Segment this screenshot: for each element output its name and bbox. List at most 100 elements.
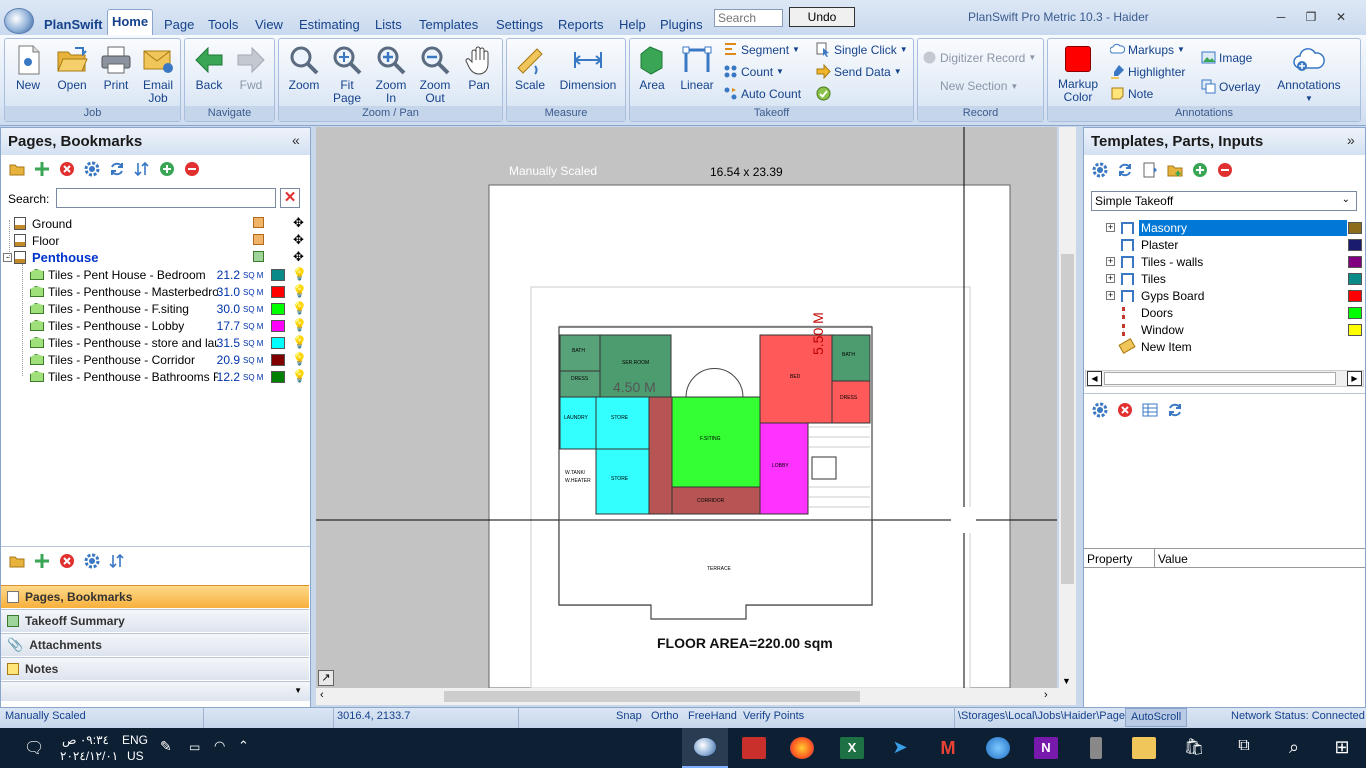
app-logo-icon[interactable] [4, 8, 34, 34]
delete-icon[interactable] [59, 161, 75, 177]
arrow-right-icon[interactable]: ▶ [1347, 371, 1362, 386]
gear-icon[interactable] [84, 553, 100, 569]
phone-icon[interactable] [1090, 737, 1102, 759]
file-explorer-icon[interactable] [1132, 737, 1156, 759]
move-icon[interactable]: ✥ [293, 249, 304, 265]
takeoff-extra-button[interactable] [816, 86, 831, 101]
refresh-icon[interactable] [109, 161, 125, 177]
takeoff-item-row[interactable]: Tiles - Penthouse - F.siting [30, 300, 306, 317]
add-plus-icon[interactable] [34, 553, 50, 569]
globe-icon[interactable] [986, 737, 1010, 759]
takeoff-item-row[interactable]: Tiles - Penthouse - Bathrooms F... [30, 368, 306, 385]
visibility-bulb-icon[interactable]: 💡 [292, 267, 307, 281]
count-button[interactable]: Count ▼ [723, 64, 784, 79]
remove-circle-icon[interactable] [184, 161, 200, 177]
new-section-button[interactable]: New Section ▼ [922, 79, 1018, 93]
onenote-icon[interactable]: N [1034, 737, 1058, 759]
annotations-button[interactable]: Annotations ▼ [1270, 44, 1348, 105]
zoom-out-button[interactable]: Zoom Out [414, 44, 456, 105]
visibility-bulb-icon[interactable]: 💡 [292, 301, 307, 315]
acrobat-icon[interactable] [742, 737, 766, 759]
nav-overflow[interactable]: ▼ [1, 681, 310, 701]
tab-estimating[interactable]: Estimating [299, 17, 360, 32]
arrow-left-icon[interactable]: ◀ [1087, 371, 1102, 386]
tab-settings[interactable]: Settings [496, 17, 543, 32]
right-hscrollbar[interactable]: ◀ ▶ [1085, 370, 1364, 387]
undo-button[interactable]: Undo [789, 7, 855, 27]
tab-help[interactable]: Help [619, 17, 646, 32]
visibility-bulb-icon[interactable]: 💡 [292, 352, 307, 366]
takeoff-item-color-swatch[interactable] [271, 337, 285, 349]
delete-icon[interactable] [59, 553, 75, 569]
folder-icon[interactable] [9, 553, 25, 569]
image-button[interactable]: Image [1201, 50, 1252, 65]
template-item[interactable]: Doors [1139, 305, 1175, 321]
email-job-button[interactable]: Email Job [138, 44, 178, 105]
back-button[interactable]: Back [189, 44, 229, 92]
table-icon[interactable] [1142, 402, 1158, 418]
nav-tab-attachments[interactable]: 📎 Attachments [1, 633, 309, 656]
sort-icon[interactable] [134, 161, 150, 177]
takeoff-item-color-swatch[interactable] [271, 303, 285, 315]
expand-plus-icon[interactable]: + [1106, 291, 1115, 300]
template-icon[interactable] [1142, 162, 1158, 178]
expand-plus-icon[interactable]: + [1106, 223, 1115, 232]
add-circle-icon[interactable] [159, 161, 175, 177]
firefox-icon[interactable] [790, 737, 814, 759]
takeoff-item-row[interactable]: Tiles - Penthouse - store and lau... [30, 334, 306, 351]
minimize-icon[interactable]: ─ [1266, 8, 1296, 26]
template-item-color-swatch[interactable] [1348, 256, 1362, 268]
segment-button[interactable]: Segment ▼ [723, 42, 800, 57]
digitizer-record-button[interactable]: Digitizer Record ▼ [922, 50, 1036, 65]
template-item[interactable]: Window [1139, 322, 1186, 338]
expand-plus-icon[interactable]: + [1106, 257, 1115, 266]
folder-icon[interactable] [9, 161, 25, 177]
gear-icon[interactable] [84, 161, 100, 177]
template-item-color-swatch[interactable] [1348, 290, 1362, 302]
zoom-button[interactable]: Zoom [283, 44, 325, 92]
template-item-color-swatch[interactable] [1348, 307, 1362, 319]
linear-button[interactable]: Linear [676, 44, 718, 92]
arrow-left-icon[interactable]: ‹ [320, 689, 324, 701]
template-item[interactable]: Tiles [1139, 271, 1168, 287]
expand-plus-icon[interactable]: + [1106, 274, 1115, 283]
gear-icon[interactable] [1092, 162, 1108, 178]
scroll-thumb[interactable] [1061, 254, 1074, 584]
arrow-right-icon[interactable]: › [1044, 689, 1048, 701]
chevron-up-icon[interactable]: ⌃ [238, 738, 249, 754]
nav-tab-pages[interactable]: Pages, Bookmarks [1, 585, 309, 608]
open-button[interactable]: Open [52, 44, 92, 92]
excel-icon[interactable]: X [840, 737, 864, 759]
remove-circle-icon[interactable] [1217, 162, 1233, 178]
restore-icon[interactable]: ❐ [1296, 8, 1326, 26]
ortho-toggle[interactable]: Ortho [651, 710, 679, 722]
takeoff-item-color-swatch[interactable] [271, 371, 285, 383]
gmail-icon[interactable]: M [936, 737, 960, 759]
takeoff-item-row[interactable]: Tiles - Pent House - Bedroom [30, 266, 306, 283]
search-input[interactable] [714, 9, 783, 27]
template-item[interactable]: Tiles - walls [1139, 254, 1205, 270]
pages-search-input[interactable] [56, 188, 276, 208]
send-data-button[interactable]: Send Data ▼ [816, 64, 902, 79]
scroll-thumb[interactable] [1104, 372, 1336, 385]
collapse-left-icon[interactable]: « [292, 132, 300, 148]
takeoff-item-row[interactable]: Tiles - Penthouse - Corridor [30, 351, 306, 368]
template-item-selected[interactable]: Masonry [1139, 220, 1347, 236]
sort-icon[interactable] [109, 553, 125, 569]
tab-home[interactable]: Home [107, 9, 153, 35]
move-icon[interactable]: ✥ [293, 232, 304, 248]
takeoff-item-row[interactable]: Tiles - Penthouse - Lobby [30, 317, 306, 334]
takeoff-item-color-swatch[interactable] [271, 320, 285, 332]
gear-icon[interactable] [1092, 402, 1108, 418]
delete-icon[interactable] [1117, 402, 1133, 418]
language-indicator[interactable]: ENG [122, 733, 148, 747]
add-plus-icon[interactable] [34, 161, 50, 177]
takeoff-item-color-swatch[interactable] [271, 286, 285, 298]
template-item[interactable]: Plaster [1139, 237, 1180, 253]
notification-icon[interactable]: 🗨 [24, 738, 44, 758]
visibility-bulb-icon[interactable]: 💡 [292, 284, 307, 298]
app-menu-button[interactable]: PlanSwift [44, 17, 103, 32]
note-button[interactable]: Note [1110, 86, 1153, 101]
planswift-taskbar-button[interactable] [682, 728, 728, 768]
arrow-down-icon[interactable]: ▼ [1062, 676, 1071, 686]
